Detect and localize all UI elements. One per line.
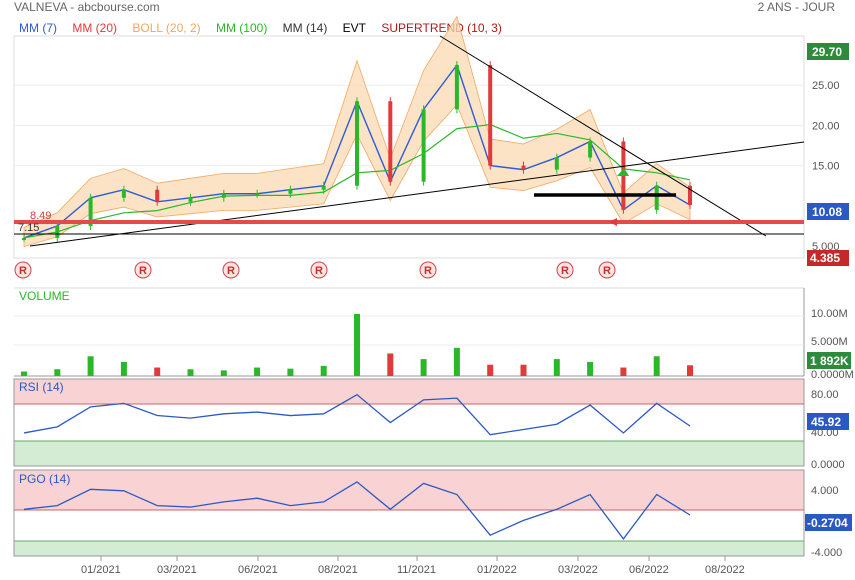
rsi-panel (13, 378, 805, 467)
pgo-badge-text: -0.2704 (807, 516, 848, 530)
x-tick-label: 01/2021 (81, 564, 121, 576)
volume-bar (354, 314, 360, 376)
volume-bar (21, 371, 27, 376)
volume-bar (387, 353, 394, 376)
volume-bar (453, 347, 460, 376)
rsi-tick-3: 0.0000 (811, 459, 845, 471)
candle-body (454, 65, 459, 110)
volume-bar (287, 368, 294, 376)
chart-window: VALNEVA - abcbourse.com 2 ANS - JOUR MM … (0, 0, 855, 580)
chart-svg: 8.49 7.15 25.0020.0015.005.000 RRRRRRR 0… (13, 15, 854, 576)
candle-body (221, 193, 226, 198)
rsi-tick-1: 80.00 (811, 389, 839, 401)
volume-bar (320, 365, 327, 376)
x-tick-label: 01/2022 (477, 564, 517, 576)
rsi-oversold-zone (14, 441, 804, 466)
rsi-badge-text: 45.92 (811, 415, 841, 429)
candle-body (321, 185, 326, 190)
volume-bar (587, 361, 594, 376)
volume-bar (520, 364, 527, 376)
volume-bar (687, 365, 693, 376)
vol-tick-3: 0.0000M (811, 369, 854, 381)
pgo-tick-2: -4.000 (811, 547, 842, 559)
event-marker-label: R (424, 265, 432, 277)
volume-bar (487, 364, 494, 376)
event-marker-label: R (561, 265, 569, 277)
event-marker-label: R (139, 265, 147, 277)
volume-bar (420, 359, 427, 376)
candle-body (488, 65, 493, 166)
support-red-label: 8.49 (30, 210, 51, 222)
x-tick-label: 06/2021 (238, 564, 278, 576)
pgo-upper-zone (14, 470, 804, 510)
volume-title: VOLUME (19, 289, 70, 303)
x-tick-label: 08/2021 (318, 564, 358, 576)
pgo-lower-zone (14, 541, 804, 556)
candle-body (255, 193, 260, 196)
volume-bar (154, 367, 161, 376)
candle-body (521, 165, 526, 170)
vol-tick-1: 10.00M (811, 308, 848, 320)
candle-body (22, 237, 26, 240)
candle-body (654, 185, 659, 210)
candle-body (121, 189, 126, 198)
volume-bar (620, 367, 627, 376)
rsi-overbought-zone (14, 379, 804, 404)
volume-bar (54, 369, 61, 376)
volume-bar (254, 367, 261, 376)
volume-panel (14, 287, 805, 377)
pgo-tick-1: 4.000 (811, 485, 839, 497)
event-marker-label: R (227, 265, 235, 277)
vol-tick-2: 5.000M (811, 336, 848, 348)
support-black-label: 7.15 (18, 222, 39, 234)
x-tick-label: 11/2021 (397, 564, 436, 576)
price-tick: 20.00 (812, 120, 840, 132)
rsi-title: RSI (14) (19, 380, 64, 394)
last-price-badge-text: 10.08 (812, 205, 842, 219)
event-marker-label: R (315, 265, 323, 277)
x-axis: 01/2021 03/2021 06/2021 08/2021 11/2021 01/20… (81, 556, 745, 576)
event-marker-label: R (19, 265, 27, 277)
candle-body (588, 141, 593, 158)
x-tick-label: 06/2022 (629, 564, 669, 576)
candle-body (421, 109, 426, 182)
volume-bar (187, 369, 194, 376)
pgo-title: PGO (14) (19, 472, 71, 486)
volume-bar (87, 356, 94, 376)
candle-body (355, 101, 359, 186)
x-tick-label: 08/2022 (705, 564, 745, 576)
candle-body (188, 197, 193, 202)
low-badge-text: 4.385 (810, 251, 840, 265)
pgo-panel (13, 469, 805, 557)
volume-bar (653, 356, 660, 376)
price-panel: 8.49 7.15 25.0020.0015.005.000 RRRRRRR (13, 15, 840, 279)
candle-body (288, 189, 293, 194)
candle-body (554, 157, 559, 170)
volume-badge-text: 1 892K (810, 354, 849, 368)
x-tick-label: 03/2022 (558, 564, 598, 576)
candle-body (155, 189, 160, 202)
price-tick: 15.00 (812, 161, 840, 173)
volume-bar (120, 361, 127, 376)
price-tick: 25.00 (812, 80, 840, 92)
event-marker-label: R (603, 265, 611, 277)
volume-bar (220, 370, 227, 376)
candle-body (388, 101, 393, 182)
x-tick-label: 03/2021 (157, 564, 197, 576)
volume-bar (553, 359, 560, 376)
high-badge-text: 29.70 (812, 45, 842, 59)
candle-body (55, 225, 60, 238)
